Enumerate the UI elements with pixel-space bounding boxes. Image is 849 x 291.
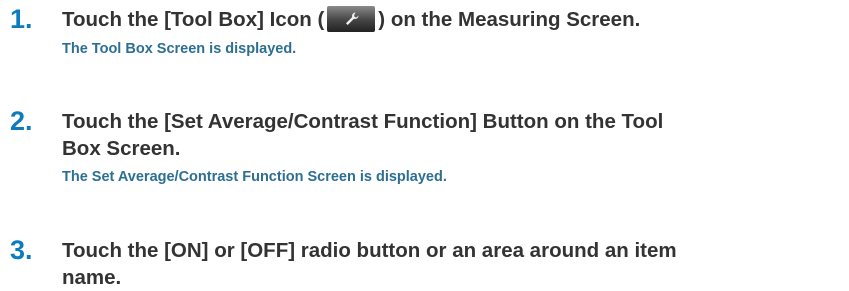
- instruction-text-start: Touch the [Tool Box] Icon (: [62, 8, 325, 31]
- instruction-line-2: Box Screen.: [62, 137, 181, 160]
- step-instruction: Touch the [Set Average/Contrast Function…: [62, 108, 663, 162]
- instruction-line-1: Touch the [Set Average/Contrast Function…: [62, 110, 664, 133]
- instruction-line-1: Touch the [ON] or [OFF] radio button or …: [62, 239, 677, 262]
- step-number: 3.: [10, 235, 33, 265]
- step-1: 1. Touch the [Tool Box] Icon ( ) on the M…: [10, 4, 845, 58]
- step-number: 2.: [10, 106, 33, 136]
- instruction-page: 1. Touch the [Tool Box] Icon ( ) on the M…: [0, 0, 849, 291]
- instruction-line-2: name.: [62, 266, 122, 289]
- step-result: The Tool Box Screen is displayed.: [62, 41, 297, 57]
- step-number: 1.: [10, 4, 33, 34]
- wrench-icon: [327, 6, 376, 32]
- step-result: The Set Average/Contrast Function Screen…: [62, 169, 447, 185]
- instruction-text-end: ) on the Measuring Screen.: [378, 8, 641, 31]
- step-instruction: Touch the [ON] or [OFF] radio button or …: [62, 237, 677, 291]
- step-3: 3. Touch the [ON] or [OFF] radio button …: [10, 235, 845, 291]
- step-2: 2. Touch the [Set Average/Contrast Funct…: [10, 106, 845, 186]
- step-instruction: Touch the [Tool Box] Icon ( ) on the Meas…: [62, 6, 640, 33]
